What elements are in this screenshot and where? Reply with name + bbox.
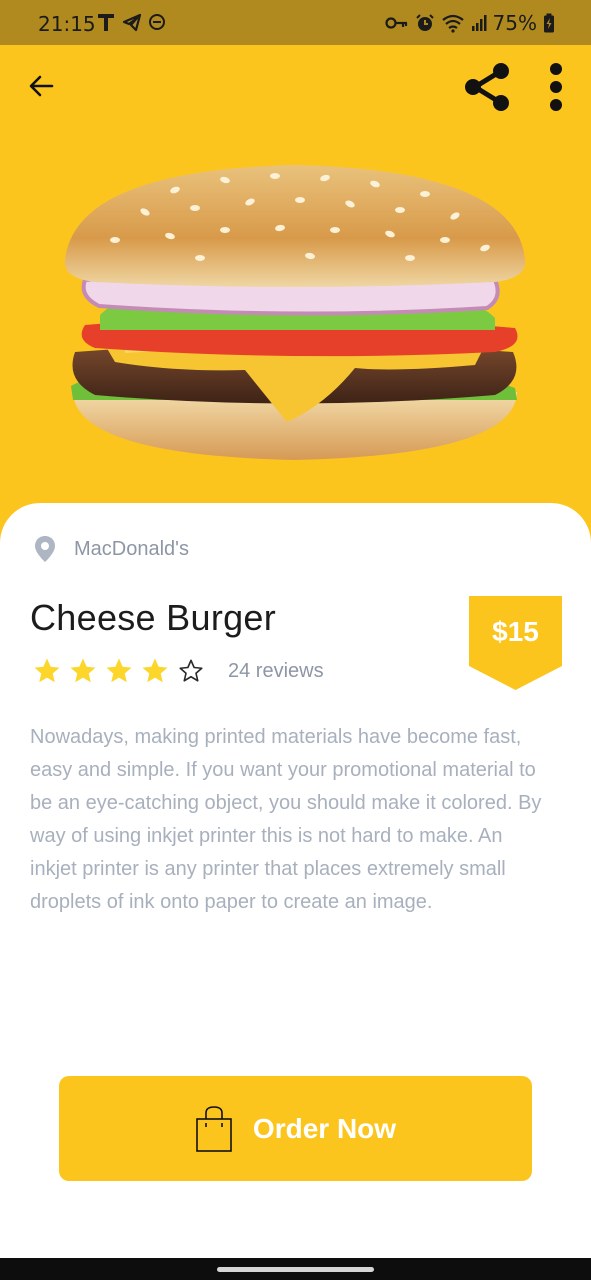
share-icon [465,63,509,111]
share-button[interactable] [458,57,518,117]
back-button[interactable] [18,63,64,109]
restaurant-row: MacDonald's [34,535,189,563]
rating-row: 24 reviews [32,656,324,686]
star-filled-icon [70,658,96,683]
product-screen: 21:15 75% MacDonald's Cheese Burger $15 … [0,0,591,1280]
status-time: 21:15 [38,12,96,36]
star-filled-icon [34,658,60,683]
star-filled-icon [142,658,168,683]
product-details-card: MacDonald's Cheese Burger $15 24 reviews… [0,503,591,1263]
battery-percentage: 75% [492,11,537,35]
back-arrow-icon [29,75,54,97]
dnd-icon [149,14,165,30]
wifi-icon [441,14,464,33]
product-image [55,150,535,480]
more-options-button[interactable] [534,57,578,117]
order-now-label: Order Now [252,1112,397,1144]
price-tag: $15 [469,596,562,690]
product-description: Nowadays, making printed materials have … [30,726,542,913]
restaurant-name: MacDonald's [74,537,189,560]
location-pin-icon [35,536,55,562]
order-now-button[interactable]: Order Now [59,1076,532,1181]
t-icon [98,14,114,31]
telegram-icon [122,13,142,32]
battery-icon [544,13,554,33]
signal-icon [471,15,487,31]
star-outline-icon [179,659,203,682]
cheese-burger-image [64,165,526,460]
reviews-count[interactable]: 24 reviews [228,660,324,683]
key-icon [384,17,407,29]
product-title: Cheese Burger [30,597,277,638]
home-indicator[interactable] [217,1267,374,1272]
status-right-icons: 75% [384,11,555,35]
alarm-icon [415,14,434,31]
product-price: $15 [492,616,539,647]
app-bar [0,55,591,117]
star-filled-icon [106,658,132,683]
shopping-bag-icon [196,1105,232,1152]
more-vertical-icon [550,63,562,111]
status-bar: 21:15 75% [0,0,591,45]
status-left-icons [96,11,166,33]
system-nav-bar [0,1258,591,1280]
